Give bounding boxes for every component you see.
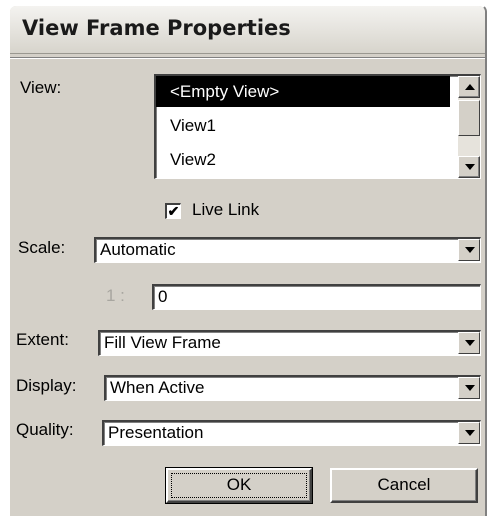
scroll-down-button[interactable] — [458, 156, 480, 178]
ok-button[interactable]: OK — [165, 467, 313, 504]
focus-rectangle — [171, 473, 307, 498]
live-link-label[interactable]: Live Link — [192, 200, 259, 220]
checkmark-icon: ✔ — [167, 203, 180, 219]
chevron-down-icon — [465, 340, 475, 346]
scale-label: Scale: — [18, 238, 66, 257]
quality-dropdown[interactable]: Presentation — [102, 420, 481, 446]
ratio-label: 1 : — [106, 286, 125, 305]
scale-dropdown[interactable]: Automatic — [94, 237, 481, 263]
chevron-down-icon — [465, 385, 475, 391]
scroll-thumb[interactable] — [458, 100, 480, 136]
view-list-item-empty-view[interactable]: <Empty View> — [156, 76, 450, 107]
view-list-item-view2[interactable]: View2 — [170, 144, 216, 175]
scale-value: Automatic — [100, 240, 176, 259]
scale-ratio-input[interactable]: 0 — [152, 284, 481, 310]
view-frame-properties-dialog: View Frame Properties View: <Empty View>… — [8, 4, 487, 516]
extent-label: Extent: — [16, 330, 69, 349]
scale-ratio-value: 0 — [158, 287, 168, 306]
chevron-down-icon — [465, 430, 475, 436]
scroll-up-button[interactable] — [458, 76, 480, 98]
extent-dropdown[interactable]: Fill View Frame — [98, 330, 481, 356]
display-dropdown[interactable]: When Active — [104, 375, 481, 401]
extent-dropdown-button[interactable] — [458, 332, 480, 354]
dialog-title: View Frame Properties — [22, 16, 291, 40]
arrow-down-icon — [465, 164, 475, 170]
view-label: View: — [20, 78, 62, 97]
display-label: Display: — [16, 376, 77, 395]
display-value: When Active — [110, 378, 205, 397]
title-separator — [10, 57, 485, 59]
quality-dropdown-button[interactable] — [458, 422, 480, 444]
view-list-scrollbar[interactable] — [458, 76, 480, 178]
scale-dropdown-button[interactable] — [458, 239, 480, 261]
extent-value: Fill View Frame — [104, 333, 221, 352]
quality-label: Quality: — [16, 420, 74, 439]
display-dropdown-button[interactable] — [458, 377, 480, 399]
title-bar[interactable]: View Frame Properties — [10, 6, 485, 54]
quality-value: Presentation — [108, 423, 204, 442]
live-link-checkbox[interactable]: ✔ — [165, 203, 181, 219]
arrow-up-icon — [465, 84, 475, 90]
view-list-item-view1[interactable]: View1 — [170, 110, 216, 141]
chevron-down-icon — [465, 247, 475, 253]
cancel-button[interactable]: Cancel — [330, 468, 478, 503]
cancel-button-label: Cancel — [377, 475, 431, 494]
view-listbox[interactable]: <Empty View> View1 View2 — [154, 74, 481, 179]
